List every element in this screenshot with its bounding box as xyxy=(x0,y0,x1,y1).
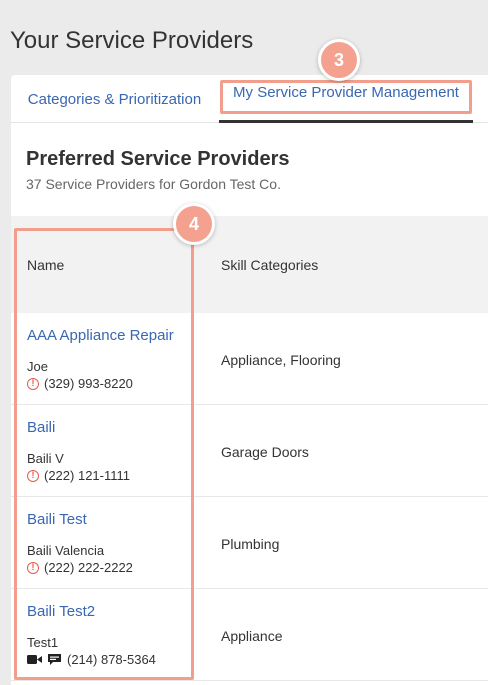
skill-categories: Appliance, Flooring xyxy=(221,352,341,368)
page-title: Your Service Providers xyxy=(10,27,254,54)
skill-categories: Appliance xyxy=(221,628,283,644)
table-header: Name Skill Categories xyxy=(11,216,488,313)
phone-number: (329) 993-8220 xyxy=(44,376,133,391)
warning-icon: ! xyxy=(27,561,39,574)
provider-name-link[interactable]: Baili Test xyxy=(27,511,87,528)
column-header-skill-categories[interactable]: Skill Categories xyxy=(221,257,318,273)
table-row: AAA Appliance Repair Joe ! (329) 993-822… xyxy=(11,313,488,405)
column-header-name[interactable]: Name xyxy=(27,257,64,273)
tab-my-service-provider-management[interactable]: My Service Provider Management xyxy=(219,75,473,123)
warning-icon: ! xyxy=(27,377,39,390)
table-row: Baili Baili V ! (222) 121-1111 Garage Do… xyxy=(11,405,488,497)
tab-label: My Service Provider Management xyxy=(233,84,459,101)
section-subtitle: 37 Service Providers for Gordon Test Co. xyxy=(26,176,281,192)
phone-line: ! (222) 121-1111 xyxy=(27,468,130,483)
provider-name-link[interactable]: Baili Test2 xyxy=(27,603,95,620)
contact-name: Baili Valencia xyxy=(27,543,105,558)
phone-number: (214) 878-5364 xyxy=(67,652,156,667)
skill-categories: Plumbing xyxy=(221,536,280,552)
phone-number: (222) 121-1111 xyxy=(44,468,131,483)
contact-method-icons xyxy=(27,653,62,666)
provider-name-link[interactable]: AAA Appliance Repair xyxy=(27,327,174,344)
section-title: Preferred Service Providers xyxy=(26,148,290,170)
phone-number: (222) 222-2222 xyxy=(44,560,133,575)
phone-line: ! (222) 222-2222 xyxy=(27,560,133,575)
chat-icon xyxy=(48,654,61,665)
warning-icon: ! xyxy=(27,469,39,482)
tab-label: Categories & Prioritization xyxy=(27,90,202,108)
table-row: Baili Test2 Test1 (214) 878-5364 Applian… xyxy=(11,589,488,681)
table-row: Baili Test Baili Valencia ! (222) 222-22… xyxy=(11,497,488,589)
contact-name: Joe xyxy=(27,359,48,374)
step-badge: 4 xyxy=(173,203,215,245)
step-badge: 3 xyxy=(318,39,360,81)
contact-name: Baili V xyxy=(27,451,64,466)
phone-line: ! (329) 993-8220 xyxy=(27,376,133,391)
phone-line: (214) 878-5364 xyxy=(27,652,156,667)
tab-categories-prioritization[interactable]: Categories & Prioritization xyxy=(11,75,218,123)
providers-card: Categories & Prioritization My Service P… xyxy=(11,75,488,685)
video-icon xyxy=(27,655,42,664)
skill-categories: Garage Doors xyxy=(221,444,309,460)
contact-name: Test1 xyxy=(27,635,59,650)
provider-name-link[interactable]: Baili xyxy=(27,419,55,436)
tab-bar: Categories & Prioritization My Service P… xyxy=(11,75,488,123)
